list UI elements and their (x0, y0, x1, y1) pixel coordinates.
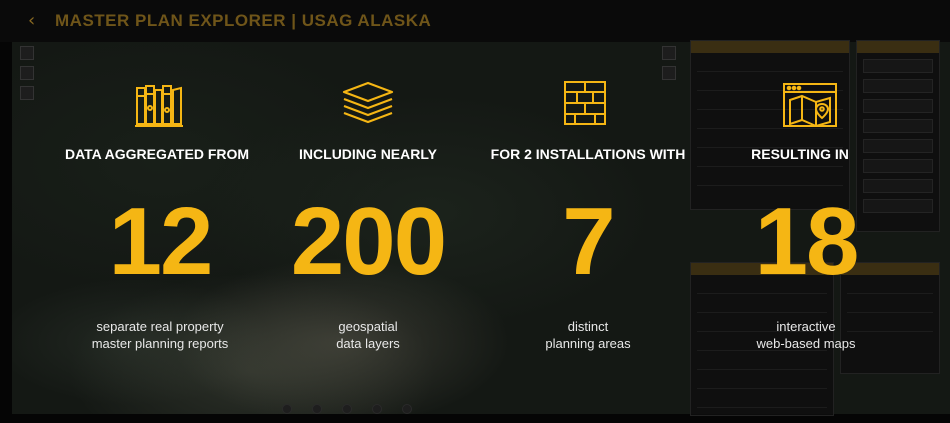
stat-number: 200 (290, 188, 447, 295)
master-plan-explorer-app: ‹ MASTER PLAN EXPLORER | USAG ALASKA DAT… (0, 0, 950, 423)
stat-number: 18 (754, 188, 860, 295)
stat-description-line: master planning reports (91, 336, 229, 351)
map-button[interactable] (863, 179, 933, 193)
stat-description-line: web-based maps (756, 336, 856, 351)
stat-description-line: separate real property (96, 319, 224, 334)
map-controls-left (20, 46, 34, 106)
carousel-dot[interactable] (282, 404, 292, 414)
map-controls-right (662, 46, 676, 86)
stat-heading: DATA AGGREGATED FROM (64, 146, 250, 162)
app-header: ‹ MASTER PLAN EXPLORER | USAG ALASKA (0, 0, 950, 42)
stat-description: geospatial data layers (268, 318, 468, 352)
stat-description-line: data layers (336, 336, 400, 351)
web-map-icon (782, 82, 838, 133)
share-icon[interactable] (662, 66, 676, 80)
carousel-dot[interactable] (372, 404, 382, 414)
fullscreen-icon[interactable] (662, 46, 676, 60)
carousel-dot[interactable] (402, 404, 412, 414)
stat-heading: INCLUDING NEARLY (299, 146, 437, 162)
app-title: MASTER PLAN EXPLORER | USAG ALASKA (55, 11, 432, 30)
list-item[interactable] (697, 171, 843, 186)
search-icon[interactable] (20, 66, 34, 80)
list-item[interactable] (697, 298, 827, 313)
layers-icon (341, 80, 395, 129)
stat-description: distinct planning areas (488, 318, 688, 352)
stat-description-line: distinct (567, 319, 609, 334)
locate-icon[interactable] (20, 86, 34, 100)
map-button[interactable] (863, 79, 933, 93)
stat-description: separate real property master planning r… (60, 318, 260, 352)
bookshelf-icon (135, 82, 183, 133)
list-item[interactable] (697, 393, 827, 408)
panel-header (691, 41, 849, 53)
home-icon[interactable] (20, 46, 34, 60)
map-button[interactable] (863, 119, 933, 133)
carousel-dot[interactable] (342, 404, 352, 414)
chevron-left-icon[interactable]: ‹ (28, 10, 35, 32)
stat-number: 7 (562, 188, 615, 295)
list-item[interactable] (697, 374, 827, 389)
map-button[interactable] (863, 59, 933, 73)
list-item[interactable] (697, 355, 827, 370)
floor-plan-grid-icon (563, 80, 607, 131)
stat-number: 12 (108, 188, 214, 295)
carousel-dot[interactable] (312, 404, 322, 414)
carousel-dots (278, 404, 438, 414)
list-item[interactable] (697, 57, 843, 72)
stat-heading: RESULTING IN (751, 146, 849, 162)
list-item[interactable] (847, 298, 933, 313)
map-button[interactable] (863, 99, 933, 113)
stat-description-line: interactive (776, 319, 836, 334)
stat-heading: FOR 2 INSTALLATIONS WITH (490, 146, 686, 162)
stat-description-line: planning areas (545, 336, 631, 351)
stat-description-line: geospatial (338, 319, 398, 334)
stat-description: interactive web-based maps (712, 318, 900, 352)
panel-header (857, 41, 939, 53)
